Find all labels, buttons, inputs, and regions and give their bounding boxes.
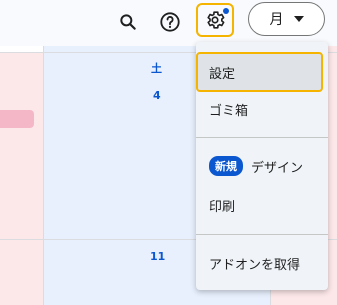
caret-down-icon (293, 16, 304, 22)
search-button[interactable] (112, 6, 144, 38)
menu-item-trash[interactable]: ゴミ箱 (196, 89, 328, 129)
menu-item-design[interactable]: 新規 デザイン (196, 146, 328, 186)
menu-item-label: 印刷 (209, 199, 236, 215)
menu-item-label: ゴミ箱 (209, 103, 249, 119)
menu-item-label: デザイン (251, 160, 304, 176)
menu-divider (196, 234, 328, 235)
menu-item-get-addons[interactable]: アドオンを取得 (196, 243, 328, 283)
notification-dot (223, 8, 229, 14)
menu-item-print[interactable]: 印刷 (196, 185, 328, 225)
view-label: 月 (269, 12, 284, 28)
menu-item-label: アドオンを取得 (209, 257, 301, 273)
settings-menu: 設定 ゴミ箱 新規 デザイン 印刷 アドオンを取得 (196, 42, 328, 290)
new-badge: 新規 (209, 156, 243, 176)
date-number[interactable]: 11 (150, 250, 165, 263)
day-of-week-label: 土 (151, 62, 162, 75)
date-number[interactable]: 4 (153, 89, 161, 102)
menu-item-settings[interactable]: 設定 (196, 52, 323, 92)
settings-button[interactable] (196, 3, 234, 37)
event-chip[interactable] (0, 110, 34, 128)
help-icon (160, 12, 180, 32)
menu-divider (196, 137, 328, 138)
menu-item-label: 設定 (209, 66, 236, 82)
view-switcher-button[interactable]: 月 (248, 2, 325, 36)
search-icon (120, 14, 136, 30)
day-column-friday (0, 46, 43, 305)
help-button[interactable] (154, 6, 186, 38)
